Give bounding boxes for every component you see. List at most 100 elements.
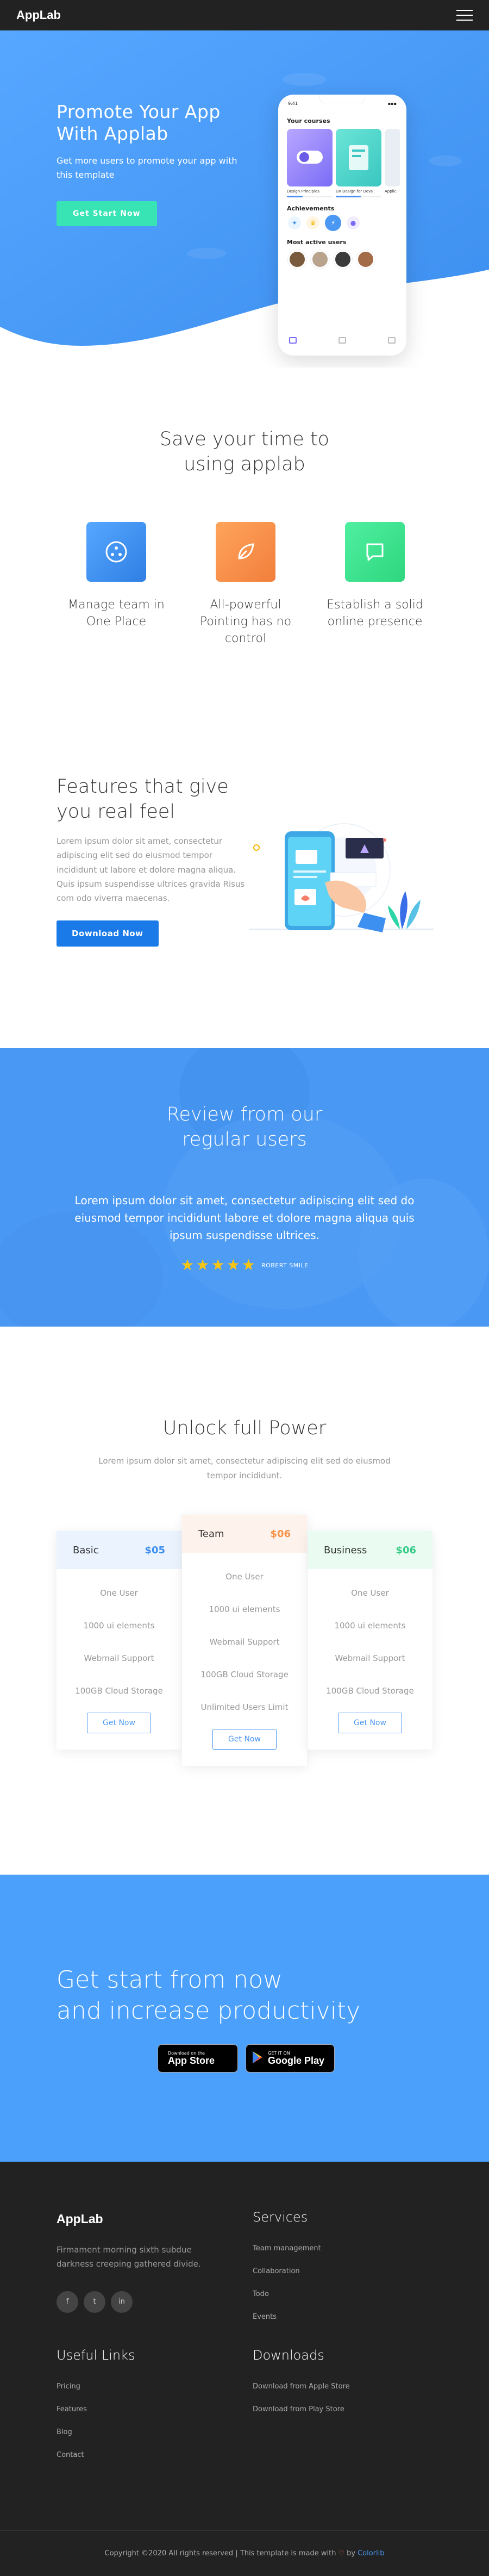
pricing-title: Unlock full Power [162,1417,327,1439]
google-play-button[interactable]: GET IT ON Google Play [246,2044,335,2073]
avatar[interactable] [334,250,352,269]
star-icon: ★ [196,1256,210,1274]
plan-card-basic: Basic $05 One User 1000 ui elements Webm… [57,1531,181,1750]
footer-downloads: Downloads Download from Apple Store Down… [253,2348,350,2428]
cta-section: Get start from now and increase producti… [0,1875,489,2162]
plan-feature: 1000 ui elements [334,1621,406,1631]
plan-feature: One User [351,1588,389,1598]
useful-link[interactable]: Features [57,2405,135,2428]
menu-icon[interactable] [456,10,473,21]
avatar[interactable] [356,250,375,269]
user-list [288,250,400,269]
app-store-button[interactable]: Download on the App Store [158,2044,238,2073]
get-now-button[interactable]: Get Now [87,1713,151,1733]
colorlib-link[interactable]: Colorlib [358,2549,384,2558]
useful-link[interactable]: Blog [57,2428,135,2451]
plan-feature: Webmail Support [335,1653,405,1663]
services-link[interactable]: Collaboration [253,2267,321,2290]
course-progress [336,196,381,197]
hero-text: Promote Your App With Applab Get more us… [57,101,252,227]
leaf-icon [216,522,275,582]
avatar[interactable] [311,250,329,269]
plan-name: Business [324,1544,367,1556]
star-icon: ★ [226,1256,240,1274]
footer-description: Firmament morning sixth subdue darkness … [57,2245,201,2269]
download-link[interactable]: Download from Apple Store [253,2382,350,2405]
course-name: Design Principles [287,189,319,194]
features-body: Lorem ipsum dolor sit amet, consectetur … [57,836,245,903]
footer: AppLab Firmament morning sixth subdue da… [0,2162,489,2576]
download-link[interactable]: Download from Play Store [253,2405,350,2428]
avatar[interactable] [288,250,306,269]
plan-features: One User 1000 ui elements Webmail Suppor… [182,1553,307,1723]
course-name: UX Design for Devs [336,189,373,194]
signal-icon: ▪▪▪ [387,101,397,106]
plan-feature: Webmail Support [84,1653,154,1663]
get-now-button[interactable]: Get Now [212,1729,277,1750]
logo[interactable]: AppLab [16,8,61,22]
downloads-heading: Downloads [253,2348,324,2363]
get-now-button[interactable]: Get Now [338,1713,402,1733]
rating: ★ ★ ★ ★ ★ ROBERT SMILE [0,1258,489,1273]
gem-icon: ● [347,216,360,229]
footer-logo[interactable]: AppLab [57,2212,220,2226]
achievements-heading: Achievements [287,205,335,212]
toggle-illustration-icon [297,151,323,164]
hero-title: Promote Your App With Applab [57,101,221,144]
course-card[interactable]: UX Design for Devs [336,129,381,197]
benefit-item: Manage team in One Place [57,522,176,647]
copyright: Copyright ©2020 All rights reserved | Th… [0,2530,489,2576]
course-card[interactable]: Design Principles [287,129,333,197]
team-icon [86,522,146,582]
course-thumbnail [385,129,400,186]
social-links: f t in [57,2291,220,2313]
benefit-label: Establish a solid online presence [327,598,423,629]
review-background-photo [0,1048,489,1327]
plan-price: $06 [396,1544,416,1556]
plan-name: Basic [73,1544,99,1556]
pricing-subtitle: Lorem ipsum dolor sit amet, consectetur … [98,1456,391,1480]
downloads-list: Download from Apple Store Download from … [253,2382,350,2428]
instagram-icon[interactable]: in [111,2291,133,2313]
benefit-label: Manage team in One Place [68,598,165,629]
copyright-by: by [347,2549,356,2558]
phone-time: 9:41 [288,101,298,106]
useful-link[interactable]: Pricing [57,2382,135,2405]
plan-features: One User 1000 ui elements Webmail Suppor… [57,1569,181,1707]
download-now-button[interactable]: Download Now [57,920,159,947]
course-card[interactable]: Applic [385,129,400,197]
footer-about: AppLab Firmament morning sixth subdue da… [57,2212,220,2313]
facebook-icon[interactable]: f [57,2291,78,2313]
phone-mockup: 9:41 ▪▪▪ Your courses Design Principles U… [278,95,406,356]
google-play-label: Google Play [268,2055,325,2066]
services-link[interactable]: Team management [253,2244,321,2267]
plan-name: Team [198,1528,224,1540]
services-list: Team management Collaboration Todo Event… [253,2244,321,2336]
design-illustration-icon [349,145,368,170]
services-heading: Services [253,2210,308,2225]
store-badges: Download on the App Store GET IT ON Google… [158,2044,335,2073]
crown-icon: ♛ [306,216,319,229]
get-start-button[interactable]: Get Start Now [57,201,157,227]
phone-notch [319,95,365,103]
twitter-icon[interactable]: t [84,2291,105,2313]
plan-header: Basic $05 [57,1531,181,1569]
phone-hand-illustration [249,823,434,932]
course-thumbnail [336,129,381,186]
features-section: Features that give you real feel Lorem i… [57,775,247,947]
plan-feature: 100GB Cloud Storage [326,1686,414,1696]
plan-feature: Webmail Support [209,1637,280,1647]
heart-icon: ♡ [338,2549,345,2558]
plan-feature: 100GB Cloud Storage [75,1686,163,1696]
useful-link[interactable]: Contact [57,2451,135,2474]
plan-header: Team $06 [182,1515,307,1553]
users-heading: Most active users [287,239,347,246]
bolt-icon: ⚡ [325,215,341,231]
chat-tab-icon[interactable] [338,337,346,344]
star-icon: ★ [211,1256,225,1274]
services-link[interactable]: Todo [253,2290,321,2313]
home-tab-icon[interactable] [289,337,297,344]
services-link[interactable]: Events [253,2313,321,2336]
profile-tab-icon[interactable] [388,337,396,344]
plan-features: One User 1000 ui elements Webmail Suppor… [308,1569,432,1707]
